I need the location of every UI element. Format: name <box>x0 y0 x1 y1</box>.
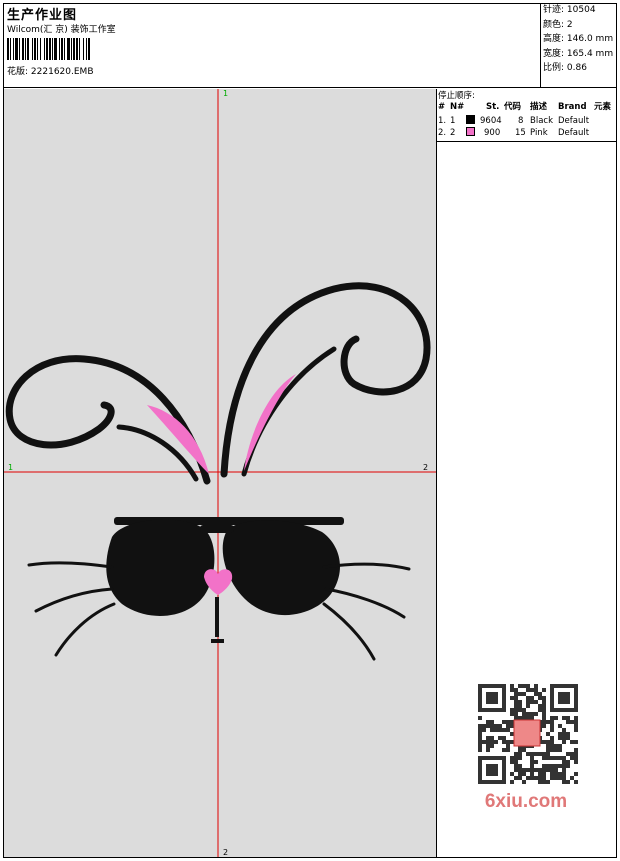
spec-colors: 颜色: 2 <box>543 19 573 30</box>
guide-left-label: 1 <box>8 463 13 472</box>
design-label: 花版: <box>7 67 29 77</box>
design-canvas: 1 2 1 2 <box>4 89 437 857</box>
page-title: 生产作业图 <box>7 8 78 23</box>
col-n: N# <box>450 102 465 112</box>
barcode <box>7 38 143 60</box>
qr-code: 6xiu.com <box>470 680 588 812</box>
col-desc: 描述 <box>530 102 548 112</box>
col-code: 代码 <box>504 102 522 112</box>
left-ear <box>5 355 211 485</box>
watermark-text: 6xiu.com <box>485 791 567 810</box>
col-element: 元素 <box>594 102 612 112</box>
col-st: St. <box>486 102 500 112</box>
sunglasses <box>106 517 344 616</box>
design-file: 花版: 2221620.EMB <box>7 64 94 77</box>
spec-width: 宽度: 165.4 mm <box>543 48 614 59</box>
header-panel: 生产作业图 Wilcom(汇 京) 装饰工作室 花版: 2221620.EMB <box>3 3 541 88</box>
company-name: Wilcom(汇 京) 装饰工作室 <box>7 25 116 35</box>
guide-top-label: 1 <box>223 89 228 98</box>
spec-scale: 比例: 0.86 <box>543 63 587 73</box>
guide-right-label: 2 <box>423 463 428 472</box>
guide-bottom-label: 2 <box>223 848 228 857</box>
col-hash: # <box>438 102 446 112</box>
table-row: 1. 1 9604 8 Black Default <box>438 115 590 126</box>
stop-sequence-panel: 停止顺序: # N# St. 代码 描述 Brand 元素 1. 1 9604 … <box>436 89 617 142</box>
spec-stitches: 针迹: 10504 <box>543 5 596 15</box>
spec-height: 高度: 146.0 mm <box>543 34 614 44</box>
color-swatch <box>466 127 475 136</box>
qr-watermark: 6xiu.com <box>470 680 588 812</box>
table-row: 2. 2 900 15 Pink Default <box>438 127 590 138</box>
stop-sequence-title: 停止顺序: <box>438 91 475 101</box>
mouth-line <box>211 597 224 643</box>
design-value: 2221620.EMB <box>30 67 94 77</box>
col-brand: Brand <box>558 102 587 112</box>
specs-panel: 针迹: 10504 颜色: 2 高度: 146.0 mm 宽度: 165.4 m… <box>541 3 617 88</box>
embroidery-preview: 1 2 1 2 <box>4 89 436 857</box>
stop-sequence-header: # N# St. 代码 描述 Brand 元素 <box>436 101 617 113</box>
color-swatch <box>466 115 475 124</box>
